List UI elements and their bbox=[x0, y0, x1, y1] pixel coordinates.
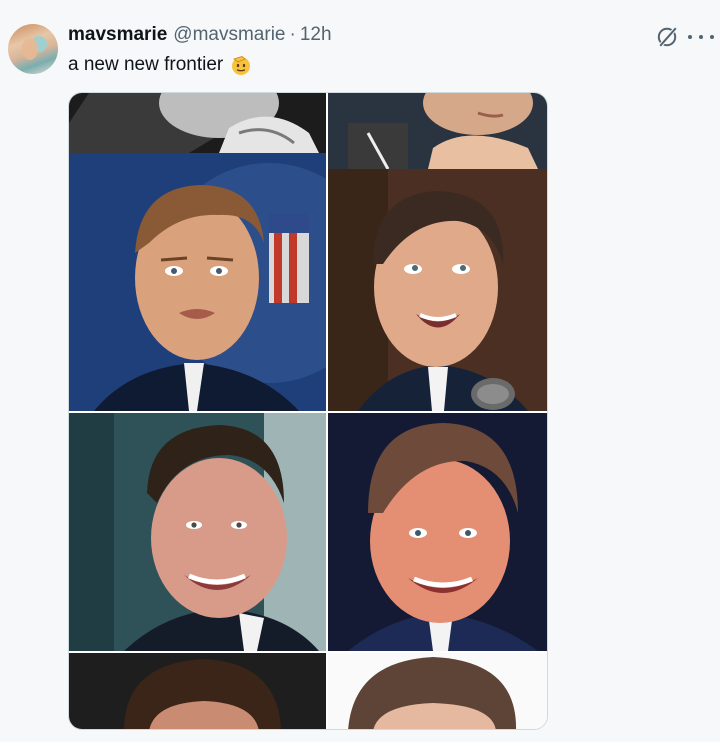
author-display-name[interactable]: mavsmarie bbox=[68, 24, 167, 46]
grok-slash-icon[interactable] bbox=[656, 26, 678, 48]
author-avatar[interactable] bbox=[8, 24, 58, 74]
tweet-text-content: a new new frontier bbox=[68, 54, 224, 75]
author-handle[interactable]: @mavsmarie bbox=[173, 24, 285, 46]
photo-hand-on-chin-top-right[interactable] bbox=[328, 93, 547, 169]
tweet-header: mavsmarie @mavsmarie · 12h bbox=[68, 24, 332, 48]
tweet-text: a new new frontier bbox=[68, 53, 253, 77]
photo-jfk-seal-portrait[interactable] bbox=[69, 153, 326, 411]
tweet-timestamp[interactable]: 12h bbox=[300, 24, 332, 46]
photo-partial-bottom-left[interactable] bbox=[69, 653, 326, 729]
saluting-face-emoji bbox=[229, 53, 253, 77]
header-separator: · bbox=[289, 24, 296, 45]
tweet-media[interactable] bbox=[68, 92, 548, 730]
photo-jfk-smiling[interactable] bbox=[69, 413, 326, 651]
tweet-card[interactable]: mavsmarie @mavsmarie · 12h a new new fro… bbox=[0, 0, 720, 742]
photo-man-smiling-dark[interactable] bbox=[328, 413, 547, 651]
photo-partial-bottom-right[interactable] bbox=[328, 653, 547, 729]
photo-man-smiling-microphone[interactable] bbox=[328, 169, 547, 411]
more-options-icon[interactable] bbox=[688, 30, 714, 44]
photo-bw-portrait-top-left[interactable] bbox=[69, 93, 326, 153]
